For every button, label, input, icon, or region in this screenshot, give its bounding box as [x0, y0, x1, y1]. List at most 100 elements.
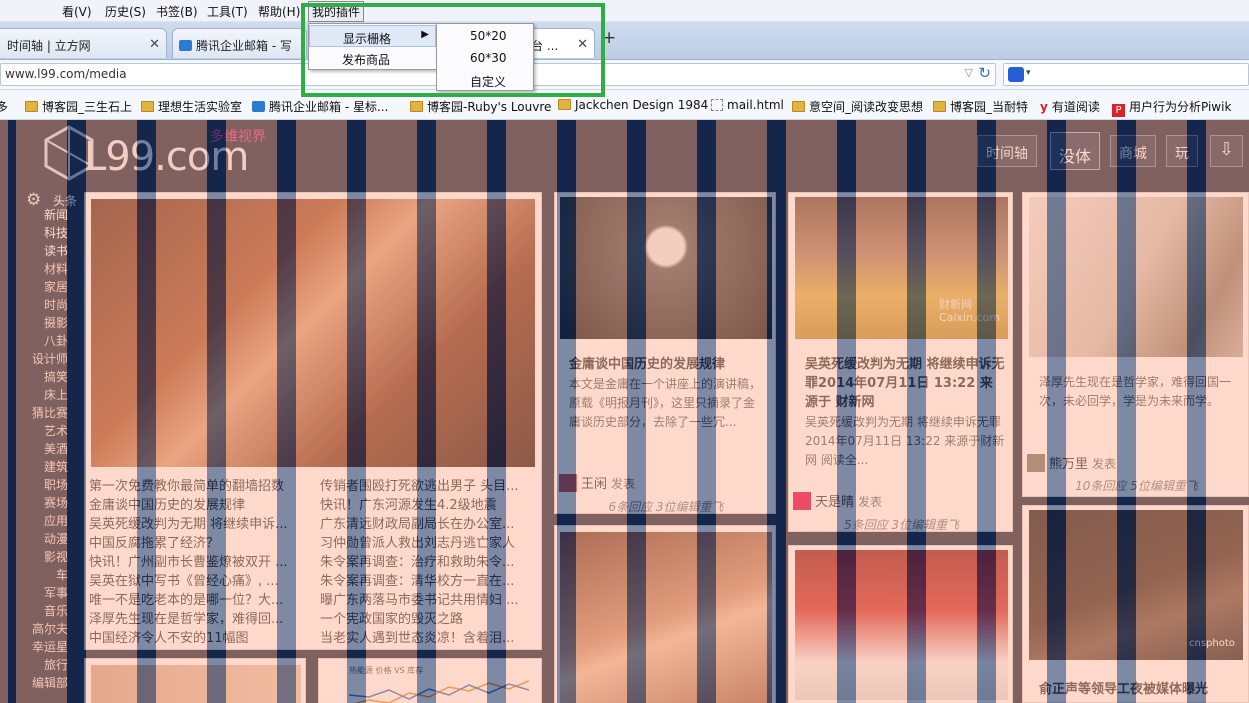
headline-link[interactable]: 中国经济令人不安的11幅图 — [89, 629, 301, 648]
menu-bookmarks[interactable]: 书签(B) — [156, 3, 198, 20]
sidebar-item[interactable]: 旅行 — [44, 656, 68, 673]
headline-link[interactable]: 唯一不是吃老本的是哪一位？大... — [89, 591, 301, 610]
reload-icon[interactable]: ↻ — [978, 64, 991, 82]
dropdown-arrow-icon[interactable]: ▽ — [965, 66, 973, 79]
avatar[interactable] — [793, 492, 811, 510]
article-card[interactable]: 泽厚先生现在是哲学家，难得回国一次，未必回学，学是为未来而学。 熊万里 发表 10… — [1022, 192, 1249, 497]
headline-link[interactable]: 传销者围殴打死欲逃出男子 头目... — [320, 477, 532, 496]
sidebar-item[interactable]: 动漫 — [44, 530, 68, 547]
bookmark-item[interactable]: 腾讯企业邮箱 - 星标... — [252, 98, 388, 115]
headline-link[interactable]: 朱令案再调查：清华校方一直在... — [320, 572, 532, 591]
bookmark-item[interactable]: 博客园_三生石上 — [25, 98, 132, 115]
sidebar-item[interactable]: 科技 — [44, 224, 68, 241]
menu-history[interactable]: 历史(S) — [105, 3, 146, 20]
bookmark-item[interactable]: Jackchen Design 1984 — [558, 98, 708, 112]
menu-item-publish-goods[interactable]: 发布商品 — [309, 47, 436, 69]
article-card[interactable]: 金庸谈中国历史的发展规律 本文是金庸在一个讲座上的演讲稿，原载《明报月刊》，这里… — [554, 192, 776, 514]
sidebar-item[interactable]: 美酒 — [44, 440, 68, 457]
author-name[interactable]: 熊万里 — [1049, 457, 1088, 472]
sidebar-item[interactable]: 设计师 — [32, 350, 68, 367]
sidebar-item[interactable]: 职场 — [44, 476, 68, 493]
avatar[interactable] — [1027, 454, 1045, 472]
nav-play[interactable]: 玩 — [1166, 135, 1198, 167]
sidebar-item[interactable]: 家居 — [44, 278, 68, 295]
sidebar-item[interactable]: 编辑部 — [32, 674, 68, 691]
article-card[interactable] — [788, 545, 1013, 703]
headline-link[interactable]: 一个宪政国家的毁灭之路 — [320, 610, 532, 629]
feature-photo[interactable] — [91, 199, 535, 467]
article-photo[interactable] — [560, 197, 772, 339]
article-card[interactable] — [554, 525, 776, 703]
sidebar-item[interactable]: 应用 — [44, 512, 68, 529]
download-icon[interactable]: ⇩ — [1210, 135, 1244, 167]
headline-link[interactable]: 习仲勋曾派人救出刘志丹逃亡家人 — [320, 534, 532, 553]
sidebar-item[interactable]: 赛场 — [44, 494, 68, 511]
sidebar-item[interactable]: 搞笑 — [44, 368, 68, 385]
menu-view[interactable]: 看(V) — [62, 3, 92, 20]
nav-timeline[interactable]: 时间轴 — [977, 135, 1037, 167]
sidebar-item[interactable]: 时尚 — [44, 296, 68, 313]
chart-card[interactable]: 热能源 价格 VS 库存 — [318, 658, 542, 703]
article-photo[interactable] — [1029, 197, 1243, 357]
chevron-down-icon[interactable]: ▾ — [1026, 68, 1031, 78]
headline-link[interactable]: 第一次免费教你最简单的翻墙招数 — [89, 477, 301, 496]
nav-media[interactable]: 没体 — [1050, 132, 1101, 170]
sidebar-item[interactable]: 摄影 — [44, 314, 68, 331]
close-icon[interactable]: ✕ — [577, 37, 588, 52]
article-title[interactable]: 吴英死缓改判为无期 将继续申诉无罪2014年07月11日 13:22 来源于 财… — [805, 355, 1005, 412]
sidebar-item[interactable]: 床上 — [44, 386, 68, 403]
bookmark-item[interactable]: mail.html — [711, 98, 784, 112]
menu-item-grid-60x30[interactable]: 60*30 — [437, 47, 533, 69]
headline-link[interactable]: 快讯！广州副市长曹鉴燎被双开 ... — [89, 553, 301, 572]
tab-l99-timeline[interactable]: 时间轴 | 立方网 ✕ — [0, 28, 167, 58]
close-icon[interactable]: ✕ — [149, 37, 160, 52]
headline-link[interactable]: 当老实人遇到世态炎凉！含着泪... — [320, 629, 532, 648]
gear-icon[interactable]: ⚙ — [26, 190, 41, 210]
sidebar-item[interactable]: 幸运星 — [32, 638, 68, 655]
sidebar-item[interactable]: 八卦 — [44, 332, 68, 349]
author-name[interactable]: 天是晴 — [815, 495, 854, 510]
article-title[interactable]: 金庸谈中国历史的发展规律 — [569, 355, 765, 374]
sidebar-item[interactable]: 影视 — [44, 548, 68, 565]
sidebar-item[interactable]: 音乐 — [44, 602, 68, 619]
headline-link[interactable]: 金庸谈中国历史的发展规律 — [89, 496, 301, 515]
article-title[interactable]: 俞正声等领导工夜被媒体曝光 — [1039, 680, 1244, 699]
bookmark-item[interactable]: y 有道阅读 — [1040, 98, 1100, 115]
bookmark-item[interactable]: 意空间_阅读改变思想 — [792, 98, 923, 115]
bookmark-item[interactable]: 博客园_当耐特 — [933, 98, 1028, 115]
menu-my-plugins[interactable]: 我的插件 — [308, 1, 365, 22]
headline-link[interactable]: 中国反腐拖累了经济？ — [89, 534, 301, 553]
article-card[interactable]: cnsphoto 俞正声等领导工夜被媒体曝光 — [1022, 505, 1249, 703]
sidebar-item[interactable]: 车 — [56, 566, 68, 583]
bookmark-item[interactable]: P 用户行为分析Piwik — [1112, 98, 1231, 117]
article-photo[interactable] — [91, 665, 301, 703]
headline-link[interactable]: 吴英死缓改判为无期 将继续申诉... — [89, 515, 301, 534]
sidebar-item[interactable]: 读书 — [44, 242, 68, 259]
new-tab-button[interactable]: + — [602, 28, 616, 48]
sidebar-item[interactable]: 新闻 — [44, 206, 68, 223]
sidebar-item[interactable]: 艺术 — [44, 422, 68, 439]
menu-item-grid-custom[interactable]: 自定义 — [437, 69, 533, 91]
headline-link[interactable]: 泽厚先生现在是哲学家，难得回... — [89, 610, 301, 629]
sidebar-item[interactable]: 军事 — [44, 584, 68, 601]
nav-mall[interactable]: 商城 — [1110, 135, 1156, 167]
headline-link[interactable]: 曝广东两落马市委书记共用情妇 ... — [320, 591, 532, 610]
avatar[interactable] — [559, 474, 577, 492]
bookmark-item[interactable]: 理想生活实验室 — [141, 98, 242, 115]
author-name[interactable]: 王闲 — [581, 477, 607, 492]
menu-help[interactable]: 帮助(H) — [258, 3, 300, 20]
article-photo[interactable] — [795, 550, 1008, 700]
headline-link[interactable]: 快讯！广东河源发生4.2级地震 — [320, 496, 532, 515]
menu-item-show-grid[interactable]: 显示栅格 ▶ — [309, 25, 436, 47]
article-card[interactable]: 财新网 Caixin.com 吴英死缓改判为无期 将继续申诉无罪2014年07月… — [788, 192, 1013, 532]
tab-exmail[interactable]: 腾讯企业邮箱 - 写 — [172, 28, 307, 58]
menu-item-grid-50x20[interactable]: 50*20 — [437, 25, 533, 47]
sidebar-item[interactable]: 材料 — [44, 260, 68, 277]
sidebar-item[interactable]: 建筑 — [44, 458, 68, 475]
sidebar-item[interactable]: 高尔夫 — [32, 620, 68, 637]
bookmark-item[interactable]: 多 — [0, 98, 8, 115]
headline-link[interactable]: 吴英在狱中写书《曾经心痛》, ... — [89, 572, 301, 591]
bookmark-item[interactable]: 博客园-Ruby's Louvre — [410, 98, 551, 115]
article-card[interactable] — [84, 658, 306, 703]
search-box[interactable]: 🐾 ▾ — [1003, 63, 1249, 86]
